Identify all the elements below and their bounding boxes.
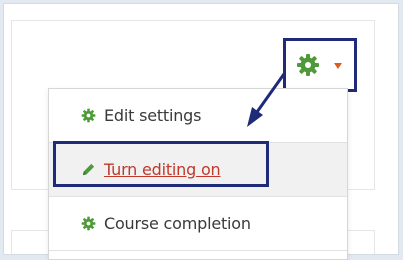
menu-item-course-completion[interactable]: Course completion (49, 197, 347, 251)
menu-item-label: Edit settings (104, 106, 202, 125)
menu-item-label: Course completion (104, 214, 251, 233)
actions-menu-button[interactable] (283, 38, 357, 92)
menu-item-edit-settings[interactable]: Edit settings (49, 89, 347, 143)
highlight-box (53, 141, 269, 187)
gear-icon (81, 108, 96, 123)
gear-icon (81, 216, 96, 231)
caret-down-icon (334, 63, 342, 69)
gear-icon (297, 54, 319, 76)
